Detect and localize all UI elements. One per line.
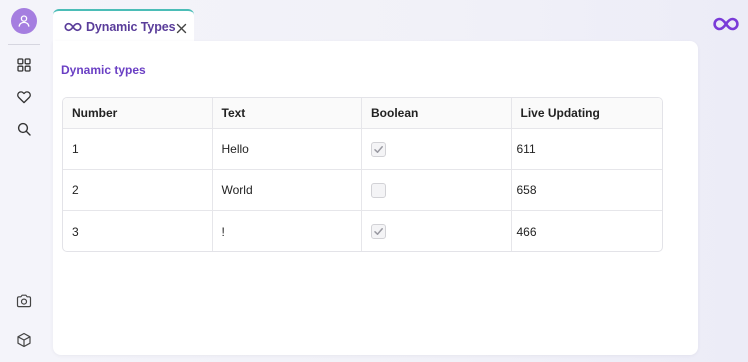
tab-label: Dynamic Types <box>86 19 176 34</box>
search-icon <box>17 122 31 136</box>
boolean-checkbox[interactable] <box>371 141 386 157</box>
checkmark-icon <box>374 145 383 153</box>
cell-live-updating: 466 <box>516 224 537 239</box>
dynamic-types-table: Number Text Boolean Live Updating 1 Hell… <box>62 97 663 252</box>
column-header-text[interactable]: Text <box>213 98 362 128</box>
cell-text: ! <box>213 211 362 251</box>
boolean-checkbox[interactable] <box>371 182 386 198</box>
cell-number: 2 <box>63 170 213 210</box>
table-header-row: Number Text Boolean Live Updating <box>63 98 662 129</box>
sidebar-item-camera[interactable] <box>15 292 33 310</box>
column-header-boolean[interactable]: Boolean <box>362 98 512 128</box>
cell-number: 1 <box>63 129 213 169</box>
user-avatar[interactable] <box>11 8 37 34</box>
sidebar <box>0 0 48 362</box>
section-title: Dynamic types <box>61 63 146 77</box>
cell-text: World <box>213 170 362 210</box>
sidebar-item-packages[interactable] <box>15 331 33 349</box>
table-row[interactable]: 3 ! 466 <box>63 211 662 251</box>
cell-live-updating: 658 <box>516 183 537 197</box>
cell-number: 3 <box>63 211 213 251</box>
table-row[interactable]: 2 World 658 <box>63 170 662 211</box>
camera-icon <box>16 294 32 308</box>
column-header-number[interactable]: Number <box>63 98 213 128</box>
cell-boolean <box>362 211 512 251</box>
main-panel: Dynamic types Number Text Boolean Live U… <box>53 41 698 355</box>
sidebar-divider <box>8 44 40 45</box>
cell-boolean <box>362 129 512 169</box>
cell-text: Hello <box>213 129 362 169</box>
infinity-icon <box>64 21 82 33</box>
heart-icon <box>17 91 31 104</box>
cell-boolean <box>362 170 512 210</box>
cube-icon <box>17 332 31 348</box>
table-row[interactable]: 1 Hello 611 <box>63 129 662 170</box>
infinity-logo-icon <box>713 15 739 33</box>
close-icon[interactable] <box>176 21 187 34</box>
user-icon <box>18 15 30 27</box>
tab-dynamic-types[interactable]: Dynamic Types <box>53 9 194 42</box>
boolean-checkbox[interactable] <box>371 224 386 239</box>
sidebar-item-search[interactable] <box>14 119 34 139</box>
column-header-live-updating[interactable]: Live Updating <box>512 98 663 128</box>
cell-live-updating: 611 <box>516 142 536 156</box>
checkmark-icon <box>374 228 383 235</box>
sidebar-item-favorites[interactable] <box>14 87 34 107</box>
dashboard-grid-icon <box>17 58 31 72</box>
sidebar-item-dashboard[interactable] <box>14 55 34 75</box>
